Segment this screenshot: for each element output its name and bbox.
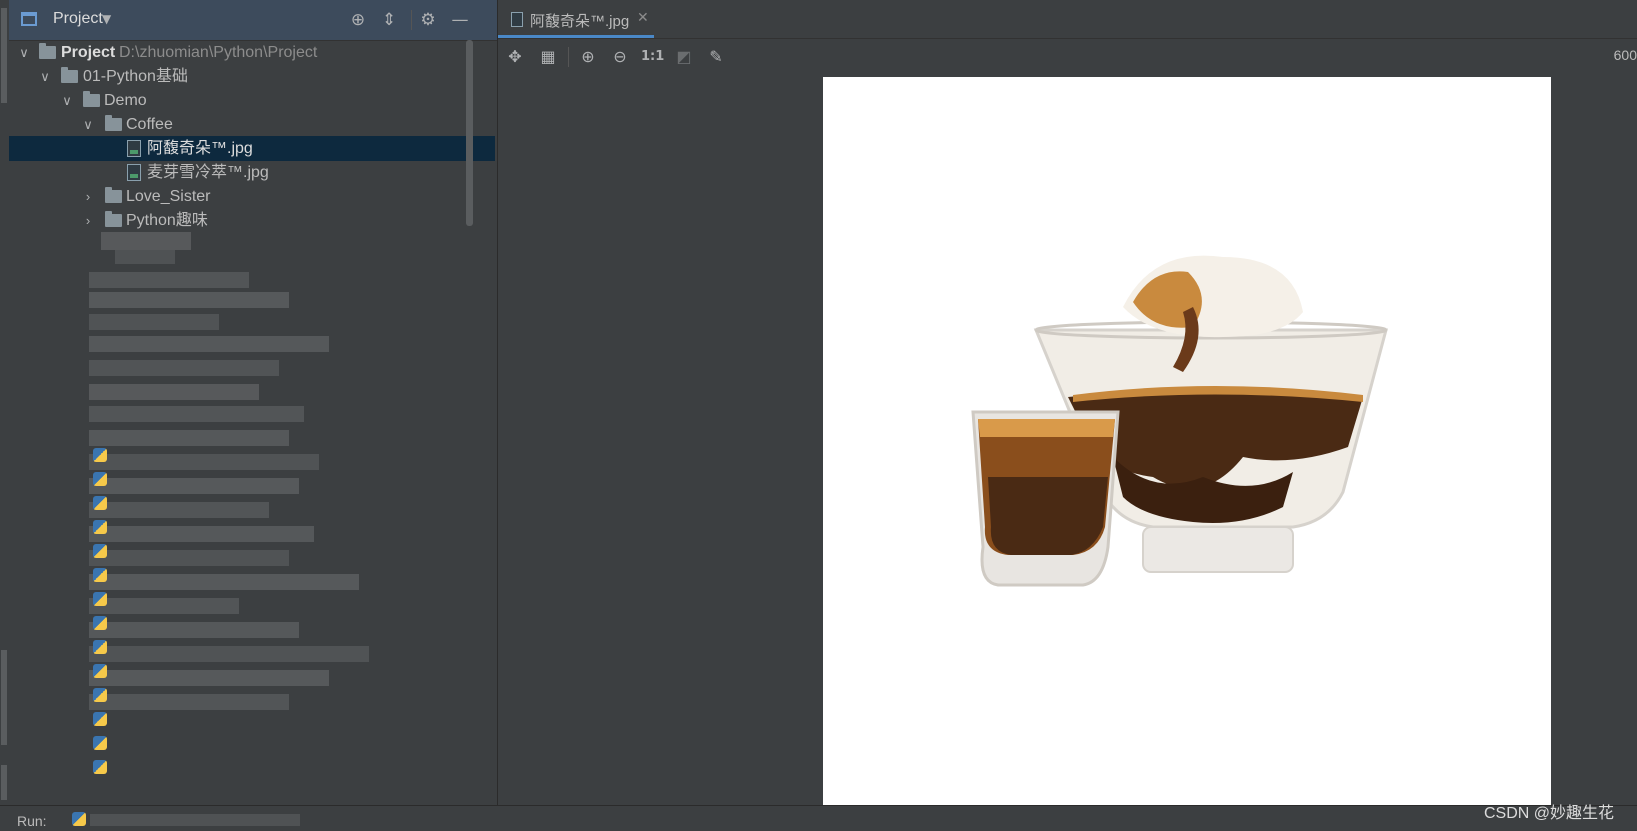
view-dropdown-icon[interactable]: ▼ — [102, 12, 111, 26]
header-divider — [411, 10, 412, 30]
zoom-in-icon[interactable]: ⊕ — [578, 47, 598, 67]
tree-row-python-basics[interactable]: ∨ 01-Python基础 — [9, 64, 497, 89]
image-file-icon — [127, 140, 141, 157]
chevron-down-icon[interactable]: ∨ — [17, 40, 31, 65]
locate-file-icon[interactable]: ⊕ — [348, 10, 368, 30]
chevron-down-icon[interactable]: ∨ — [38, 64, 52, 89]
csdn-watermark: CSDN @妙趣生花 — [1484, 805, 1615, 822]
chevron-right-icon[interactable]: › — [81, 184, 95, 209]
tree-item-label: 阿馥奇朵™.jpg — [147, 140, 253, 157]
affogato-illustration — [971, 255, 1388, 587]
image-size-readout: 600 — [1613, 47, 1637, 63]
tree-row-coffee[interactable]: ∨ Coffee — [9, 112, 497, 137]
gear-icon[interactable]: ⚙ — [418, 10, 438, 30]
color-picker-icon[interactable]: ✎ — [706, 47, 726, 67]
tree-item-label: Project — [61, 44, 116, 61]
tree-item-label: 01-Python基础 — [83, 68, 188, 85]
run-label[interactable]: Run: — [17, 813, 47, 829]
zoom-out-icon[interactable]: ⊖ — [610, 47, 630, 67]
python-run-icon — [72, 812, 86, 826]
python-file-icon — [93, 640, 107, 654]
tree-row-project-root[interactable]: ∨ Project D:\zhuomian\Python\Project — [9, 40, 497, 65]
project-tool-tab[interactable] — [1, 8, 7, 103]
python-file-icon — [93, 760, 107, 774]
tree-row-malt-file[interactable]: 麦芽雪冷萃™.jpg — [9, 160, 497, 185]
folder-icon — [61, 67, 78, 83]
run-tool-bar: Run: — [0, 805, 1637, 831]
editor-tab-bar: 阿馥奇朵™.jpg ✕ — [498, 0, 1637, 39]
python-file-icon — [93, 472, 107, 486]
tree-row-affogato-file[interactable]: 阿馥奇朵™.jpg — [9, 136, 495, 161]
folder-icon — [39, 43, 56, 59]
python-file-icon — [93, 712, 107, 726]
favorites-tool-tab[interactable] — [1, 765, 7, 800]
python-file-icon — [93, 448, 107, 462]
python-file-icon — [93, 520, 107, 534]
tree-scrollbar[interactable] — [466, 40, 473, 226]
tree-item-label: Love_Sister — [126, 188, 211, 205]
image-file-icon — [127, 164, 141, 181]
python-file-icon — [93, 688, 107, 702]
toolbar-divider — [568, 47, 569, 67]
folder-icon — [105, 115, 122, 131]
project-window-icon — [21, 12, 37, 26]
project-tree: ∨ Project D:\zhuomian\Python\Project ∨ 0… — [9, 40, 497, 805]
project-panel-title[interactable]: Project — [53, 10, 103, 28]
python-file-icon — [93, 544, 107, 558]
hide-panel-icon[interactable]: — — [450, 10, 470, 30]
fit-to-window-icon[interactable]: ✥ — [505, 47, 525, 67]
python-file-icon — [93, 664, 107, 678]
structure-tool-tab[interactable] — [1, 650, 7, 745]
tree-item-label: Coffee — [126, 116, 173, 133]
chevron-down-icon[interactable]: ∨ — [81, 112, 95, 137]
close-icon[interactable]: ✕ — [637, 10, 649, 26]
project-path: D:\zhuomian\Python\Project — [119, 44, 318, 61]
affogato-image — [823, 77, 1551, 805]
python-file-icon — [93, 616, 107, 630]
project-panel-header: Project ▼ ⊕ ⇕ ⚙ — — [9, 0, 497, 41]
collapse-all-icon[interactable]: ⇕ — [379, 10, 399, 30]
folder-icon — [83, 91, 100, 107]
tab-affogato-jpg[interactable]: 阿馥奇朵™.jpg ✕ — [498, 0, 654, 38]
image-toolbar: ✥ ▦ ⊕ ⊖ 1:1 ◩ ✎ — [498, 39, 1637, 75]
tree-item-label: Demo — [104, 92, 147, 109]
python-file-icon — [93, 568, 107, 582]
obscured-file-list — [9, 226, 497, 805]
grid-toggle-icon[interactable]: ▦ — [538, 47, 558, 67]
tab-label: 阿馥奇朵™.jpg — [530, 13, 630, 30]
project-panel: Project ▼ ⊕ ⇕ ⚙ — ∨ Project D:\zhuomian\… — [9, 0, 498, 805]
tree-row-demo[interactable]: ∨ Demo — [9, 88, 497, 113]
python-file-icon — [93, 736, 107, 750]
tree-row-love-sister[interactable]: › Love_Sister — [9, 184, 497, 209]
python-file-icon — [93, 592, 107, 606]
actual-size-button[interactable]: 1:1 — [641, 47, 664, 67]
chessboard-icon[interactable]: ◩ — [674, 47, 694, 67]
tree-item-label: 麦芽雪冷萃™.jpg — [147, 164, 269, 181]
image-file-icon — [511, 12, 523, 27]
python-file-icon — [93, 496, 107, 510]
obscured-run-config — [90, 814, 300, 826]
chevron-down-icon[interactable]: ∨ — [60, 88, 74, 113]
folder-icon — [105, 187, 122, 203]
